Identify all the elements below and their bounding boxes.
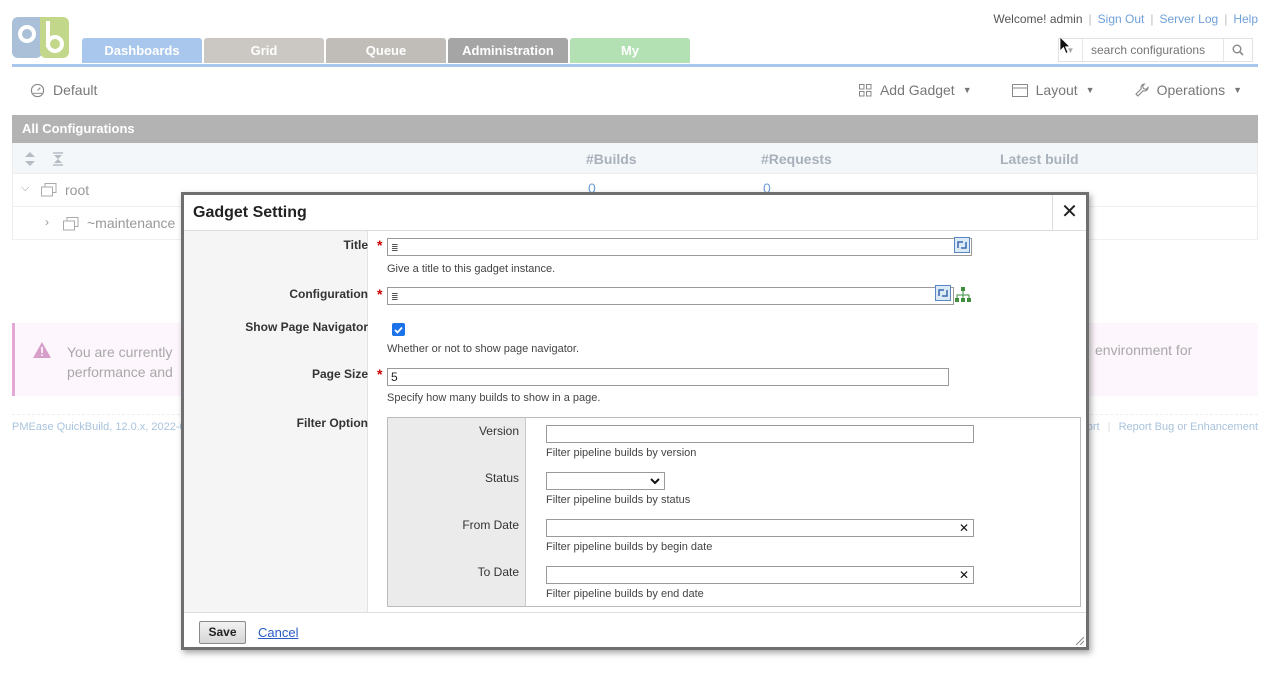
status-label: Status [484, 471, 519, 485]
dialog-body: Title * ≣ Give a title to this gadget in… [184, 231, 1086, 612]
to-date-help: Filter pipeline builds by end date [546, 588, 704, 600]
tab-underline [12, 64, 1258, 67]
dashboard-name: Default [53, 82, 98, 98]
chevron-down-icon: ▼ [962, 85, 972, 95]
chevron-down-icon [650, 478, 660, 485]
edit-expression-icon[interactable] [935, 285, 951, 301]
filter-option-label: Filter Option [296, 416, 368, 430]
add-gadget-button[interactable]: Add Gadget ▼ [858, 82, 972, 98]
sort-icon[interactable] [25, 152, 35, 166]
show-page-navigator-help: Whether or not to show page navigator. [387, 343, 580, 355]
text-type-icon: ≣ [391, 292, 399, 302]
tab-my[interactable]: My [570, 38, 690, 63]
clear-icon[interactable]: ✕ [959, 568, 969, 582]
show-page-navigator-label: Show Page Navigator [245, 320, 368, 334]
gadget-setting-dialog: Gadget Setting ✕ Title * ≣ Give a title … [181, 192, 1089, 650]
version-label: Version [478, 424, 519, 438]
sign-out-link[interactable]: Sign Out [1098, 12, 1145, 26]
dialog-title-bar[interactable]: Gadget Setting ✕ [184, 195, 1086, 231]
configuration-tree-icon[interactable] [955, 287, 971, 303]
title-input[interactable]: ≣ [387, 238, 972, 256]
dashboard-selector[interactable]: Default [30, 82, 97, 98]
page-size-label: Page Size [311, 367, 368, 381]
column-builds[interactable]: #Builds [586, 151, 637, 167]
to-date-input[interactable]: ✕ [546, 566, 974, 584]
close-icon: ✕ [1061, 201, 1078, 223]
add-gadget-label: Add Gadget [879, 82, 955, 98]
operations-button[interactable]: Operations ▼ [1134, 82, 1242, 98]
dashboard-toolbar: Add Gadget ▼ Layout ▼ Operations ▼ [858, 82, 1242, 98]
search-box: ▼ [1058, 38, 1253, 62]
page-size-input[interactable]: 5 [387, 368, 949, 386]
show-page-navigator-checkbox[interactable] [392, 323, 405, 336]
gadget-grid-icon [858, 83, 872, 96]
dialog-footer: Save Cancel [184, 612, 1086, 647]
search-button[interactable] [1223, 39, 1251, 61]
tab-dashboards[interactable]: Dashboards [82, 38, 202, 63]
all-configurations-header: All Configurations [12, 115, 1258, 143]
chevron-down-icon: ▼ [1085, 85, 1095, 95]
configuration-icon [41, 183, 57, 197]
dialog-title: Gadget Setting [193, 204, 307, 221]
configuration-label: Configuration [289, 287, 368, 301]
chevron-right-icon[interactable]: › [45, 215, 49, 229]
from-date-help: Filter pipeline builds by begin date [546, 541, 713, 553]
save-button[interactable]: Save [199, 621, 246, 644]
layout-button[interactable]: Layout ▼ [1011, 82, 1095, 98]
configuration-icon [63, 217, 79, 231]
tab-administration[interactable]: Administration [448, 38, 568, 63]
product-version-link[interactable]: PMEase QuickBuild, 12.0.x, 2022-0 [12, 421, 186, 433]
version-help: Filter pipeline builds by version [546, 447, 697, 459]
mouse-cursor-icon [1060, 37, 1071, 55]
from-date-input[interactable]: ✕ [546, 519, 974, 537]
search-icon [1232, 44, 1244, 56]
to-date-label: To Date [477, 565, 519, 579]
wrench-icon [1134, 83, 1149, 97]
resize-handle-icon[interactable] [1074, 635, 1084, 645]
tab-queue[interactable]: Queue [326, 38, 446, 63]
top-links: Welcome! admin | Sign Out | Server Log |… [993, 12, 1258, 26]
text-type-icon: ≣ [391, 243, 399, 253]
dashboard-icon [30, 83, 45, 97]
from-date-label: From Date [462, 518, 519, 532]
warning-icon [33, 342, 51, 358]
chevron-down-icon: ▼ [1233, 85, 1242, 95]
operations-label: Operations [1156, 82, 1226, 98]
version-input[interactable] [546, 425, 974, 443]
chevron-down-icon[interactable]: ⌵ [21, 182, 29, 195]
layout-icon [1011, 83, 1028, 97]
main-tabs: Dashboards Grid Queue Administration My [82, 38, 690, 63]
server-log-link[interactable]: Server Log [1159, 12, 1218, 26]
page-size-help: Specify how many builds to show in a pag… [387, 392, 601, 404]
help-link[interactable]: Help [1233, 12, 1258, 26]
collapse-all-icon[interactable] [53, 152, 63, 166]
alert-message-end: environment for [1095, 342, 1193, 358]
tab-grid[interactable]: Grid [204, 38, 324, 63]
title-label: Title [343, 238, 368, 252]
close-button[interactable]: ✕ [1052, 195, 1086, 230]
required-marker: * [377, 286, 383, 302]
filter-label-column: Version Status From Date To Date [388, 418, 526, 606]
table-header-row: #Builds #Requests Latest build [13, 143, 1257, 174]
required-marker: * [377, 366, 383, 382]
configuration-input[interactable]: ≣ [387, 287, 954, 305]
column-latest-build[interactable]: Latest build [1000, 151, 1079, 167]
clear-icon[interactable]: ✕ [959, 521, 969, 535]
layout-label: Layout [1035, 82, 1078, 98]
cancel-link[interactable]: Cancel [258, 625, 298, 640]
filter-option-panel: Version Status From Date To Date Filter … [387, 417, 1081, 607]
status-help: Filter pipeline builds by status [546, 494, 691, 506]
title-help: Give a title to this gadget instance. [387, 263, 556, 275]
status-select[interactable] [546, 472, 665, 490]
required-marker: * [377, 237, 383, 253]
search-input[interactable] [1083, 43, 1223, 57]
report-bug-link[interactable]: Report Bug or Enhancement [1119, 421, 1258, 433]
column-requests[interactable]: #Requests [761, 151, 832, 167]
edit-expression-icon[interactable] [954, 237, 970, 253]
config-name-maintenance[interactable]: ~maintenance [87, 215, 175, 231]
welcome-text: Welcome! admin [993, 12, 1083, 26]
config-name-root[interactable]: root [65, 182, 89, 198]
quickbuild-logo[interactable] [12, 17, 69, 58]
checkmark-icon [394, 326, 403, 334]
